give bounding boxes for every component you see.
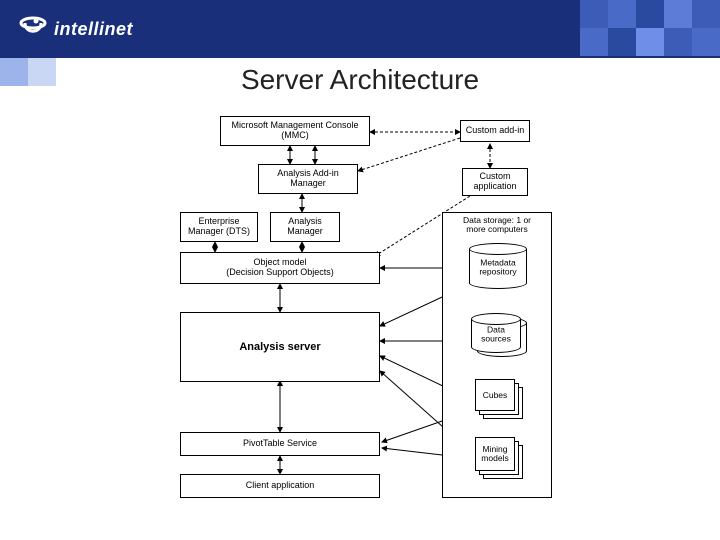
label-data-sources: Data sources	[471, 326, 521, 345]
slide-title: Server Architecture	[0, 64, 720, 96]
group-data-storage-title: Data storage: 1 or more computers	[443, 216, 551, 235]
slide-title-wrap: Server Architecture	[0, 64, 720, 96]
box-mmc: Microsoft Management Console (MMC)	[220, 116, 370, 146]
box-analysis-manager: Analysis Manager	[270, 212, 340, 242]
group-data-storage: Data storage: 1 or more computers Metada…	[442, 212, 552, 498]
decor-squares-left	[0, 58, 56, 86]
slide-header: intellinet	[0, 0, 720, 58]
stack-mining-models: Mining models	[475, 437, 523, 481]
label-cubes: Cubes	[483, 390, 508, 400]
box-custom-addin: Custom add-in	[460, 120, 530, 142]
cylinder-metadata-repo: Metadata repository	[469, 243, 527, 289]
brand-name: intellinet	[54, 19, 133, 40]
brand-icon	[18, 14, 48, 44]
box-analysis-server: Analysis server	[180, 312, 380, 382]
architecture-diagram: Microsoft Management Console (MMC) Custo…	[180, 116, 620, 526]
cylinder-data-sources: Data sources	[471, 313, 521, 353]
decor-squares-top	[580, 0, 720, 56]
box-client-application: Client application	[180, 474, 380, 498]
box-enterprise-manager: Enterprise Manager (DTS)	[180, 212, 258, 242]
stack-cubes: Cubes	[475, 379, 523, 419]
box-custom-application: Custom application	[462, 168, 528, 196]
box-pivot-table-service: PivotTable Service	[180, 432, 380, 456]
box-analysis-addin-manager: Analysis Add-in Manager	[258, 164, 358, 194]
label-metadata-repo: Metadata repository	[469, 259, 527, 278]
box-object-model: Object model (Decision Support Objects)	[180, 252, 380, 284]
brand-logo: intellinet	[18, 14, 133, 44]
label-mining-models: Mining models	[481, 445, 508, 464]
